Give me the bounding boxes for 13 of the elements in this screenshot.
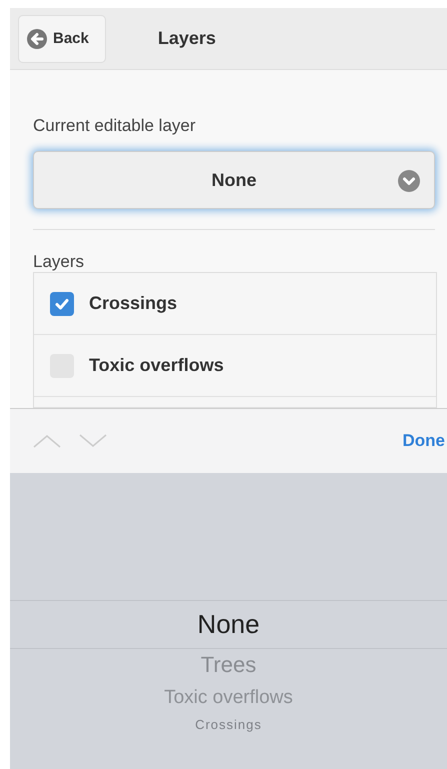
- checkbox[interactable]: [50, 292, 74, 316]
- up-chevron-icon[interactable]: [32, 433, 62, 449]
- section-label: Layers: [33, 252, 86, 272]
- down-chevron-icon[interactable]: [78, 433, 108, 449]
- layer-row[interactable]: Crossings: [34, 273, 436, 335]
- layer-select[interactable]: None: [33, 151, 435, 209]
- done-button[interactable]: Done: [402, 431, 447, 451]
- page-title: Layers: [158, 28, 216, 49]
- field-label: Current editable layer: [33, 116, 197, 136]
- picker-option[interactable]: None: [197, 608, 260, 640]
- layer-row[interactable]: Toxic overflows: [34, 335, 436, 397]
- back-button[interactable]: Back: [18, 14, 106, 62]
- dropdown-icon: [398, 170, 420, 192]
